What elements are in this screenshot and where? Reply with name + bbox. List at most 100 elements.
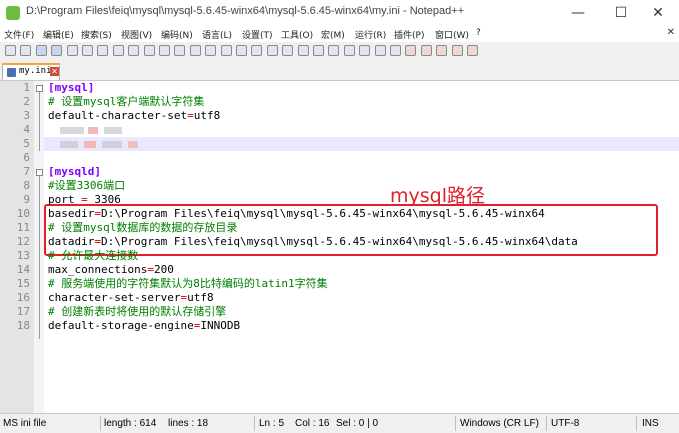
maximize-button[interactable]: ☐	[601, 2, 641, 24]
code-line: port = 3306	[48, 193, 121, 207]
menu-plugins[interactable]: 插件(P)	[394, 28, 424, 41]
new-file-icon[interactable]	[5, 45, 16, 56]
status-line-number: Ln : 5	[259, 418, 285, 429]
line-number: 4	[23, 123, 30, 136]
save-icon[interactable]	[35, 45, 47, 56]
redo-icon[interactable]	[174, 45, 186, 56]
close-all-icon[interactable]	[82, 45, 93, 56]
redacted-text	[128, 141, 138, 148]
code-line: default-character-set=utf8	[48, 109, 220, 123]
redacted-text	[88, 127, 98, 134]
redacted-text	[84, 141, 96, 148]
folder-as-workspace-icon[interactable]	[374, 45, 386, 56]
status-divider	[455, 416, 456, 431]
save-all-icon[interactable]	[51, 45, 63, 56]
close-document-icon[interactable]: ✕	[667, 27, 675, 38]
line-number: 8	[23, 179, 30, 192]
menu-run[interactable]: 运行(R)	[355, 28, 386, 41]
line-number: 15	[16, 277, 30, 290]
code-line: [mysqld]	[48, 165, 101, 179]
record-macro-icon[interactable]	[405, 45, 417, 56]
line-number: 12	[16, 235, 30, 248]
text-token: datadir	[48, 235, 95, 248]
open-file-icon[interactable]	[20, 45, 32, 56]
menu-help[interactable]: ?	[476, 28, 481, 38]
line-number: 11	[16, 221, 30, 234]
text-token: D:\Program Files\feiq\mysql\mysql-5.6.45…	[100, 235, 578, 248]
operator-token: =	[147, 263, 154, 276]
word-wrap-icon[interactable]	[282, 45, 294, 56]
show-all-chars-icon[interactable]	[297, 45, 309, 56]
menu-tools[interactable]: 工具(O)	[281, 28, 313, 41]
text-token: default-storage-engine	[48, 319, 194, 332]
text-token: INNODB	[200, 319, 241, 332]
menu-settings[interactable]: 设置(T)	[242, 28, 273, 41]
menu-language[interactable]: 语言(L)	[202, 28, 232, 41]
function-list-icon[interactable]	[359, 45, 371, 56]
text-token: character-set-server	[48, 291, 181, 304]
notepad-plus-plus-app-icon	[6, 6, 20, 20]
text-token: 3306	[87, 193, 121, 206]
menu-view[interactable]: 视图(V)	[121, 28, 152, 41]
zoom-in-icon[interactable]	[220, 45, 232, 56]
line-number: 7	[23, 165, 30, 178]
code-line: # 允许最大连接数	[48, 249, 138, 263]
close-icon[interactable]	[66, 45, 78, 56]
save-macro-icon[interactable]	[467, 45, 478, 56]
replace-icon[interactable]	[205, 45, 217, 56]
comment-token: # 设置mysql数据库的数据的存放目录	[48, 221, 238, 234]
comment-token: # 允许最大连接数	[48, 249, 139, 262]
indent-guide-icon[interactable]	[313, 45, 324, 56]
fold-toggle-icon[interactable]	[36, 169, 43, 176]
code-line: character-set-server=utf8	[48, 291, 214, 305]
playback-macro-icon[interactable]	[436, 45, 448, 56]
code-line: basedir=D:\Program Files\feiq\mysql\mysq…	[48, 207, 545, 221]
copy-icon[interactable]	[128, 45, 140, 56]
tab-close-icon[interactable]: ✕	[50, 67, 59, 76]
code-line: # 创建新表时将使用的默认存储引擎	[48, 305, 226, 319]
redacted-text	[60, 127, 84, 134]
run-macro-multiple-icon[interactable]	[451, 45, 463, 56]
minimize-button[interactable]: —	[558, 2, 598, 24]
status-insert-mode: INS	[642, 418, 659, 429]
menu-macro[interactable]: 宏(M)	[321, 28, 345, 41]
comment-token: #设置3306端口	[48, 179, 126, 192]
close-window-button[interactable]: ✕	[638, 2, 678, 24]
operator-token: =	[94, 207, 101, 220]
editor-area[interactable]: mysql路径 1 [mysql] 2 # 设置mysql客户端默认字符集 3 defau…	[0, 81, 679, 413]
undo-icon[interactable]	[159, 45, 170, 56]
stop-record-icon[interactable]	[420, 45, 432, 56]
code-line: # 服务端使用的字符集默认为8比特编码的latin1字符集	[48, 277, 328, 291]
text-token: 200	[153, 263, 174, 276]
menu-edit[interactable]: 编辑(E)	[43, 28, 74, 41]
comment-token: # 设置mysql客户端默认字符集	[48, 95, 205, 108]
menu-file[interactable]: 文件(F)	[4, 28, 34, 41]
status-bar: MS ini file length : 614 lines : 18 Ln :…	[0, 413, 679, 433]
monitor-icon[interactable]	[390, 45, 401, 56]
code-line: # 设置mysql数据库的数据的存放目录	[48, 221, 237, 235]
text-token: utf8	[187, 291, 214, 304]
sync-horizontal-icon[interactable]	[266, 45, 278, 56]
paste-icon[interactable]	[143, 45, 155, 56]
comment-token: # 服务端使用的字符集默认为8比特编码的latin1字符集	[48, 277, 328, 290]
cut-icon[interactable]	[112, 45, 124, 56]
menu-encoding[interactable]: 编码(N)	[161, 28, 193, 41]
operator-token: =	[81, 193, 88, 206]
code-line: max_connections=200	[48, 263, 174, 277]
sync-vertical-icon[interactable]	[251, 45, 263, 56]
text-token: basedir	[48, 207, 95, 220]
print-icon[interactable]	[97, 45, 109, 56]
menu-window[interactable]: 窗口(W)	[435, 28, 469, 41]
line-number: 16	[16, 291, 30, 304]
status-selection: Sel : 0 | 0	[336, 418, 379, 429]
find-icon[interactable]	[189, 45, 201, 56]
menu-search[interactable]: 搜索(S)	[81, 28, 112, 41]
doc-map-icon[interactable]	[343, 45, 355, 56]
tab-my-ini[interactable]: my.ini ✕	[2, 63, 60, 80]
user-defined-language-icon[interactable]	[328, 45, 340, 56]
redacted-text	[104, 127, 122, 134]
fold-toggle-icon[interactable]	[36, 85, 43, 92]
status-column: Col : 16	[295, 418, 330, 429]
zoom-out-icon[interactable]	[236, 45, 247, 56]
text-token: default-character-set	[48, 109, 188, 122]
